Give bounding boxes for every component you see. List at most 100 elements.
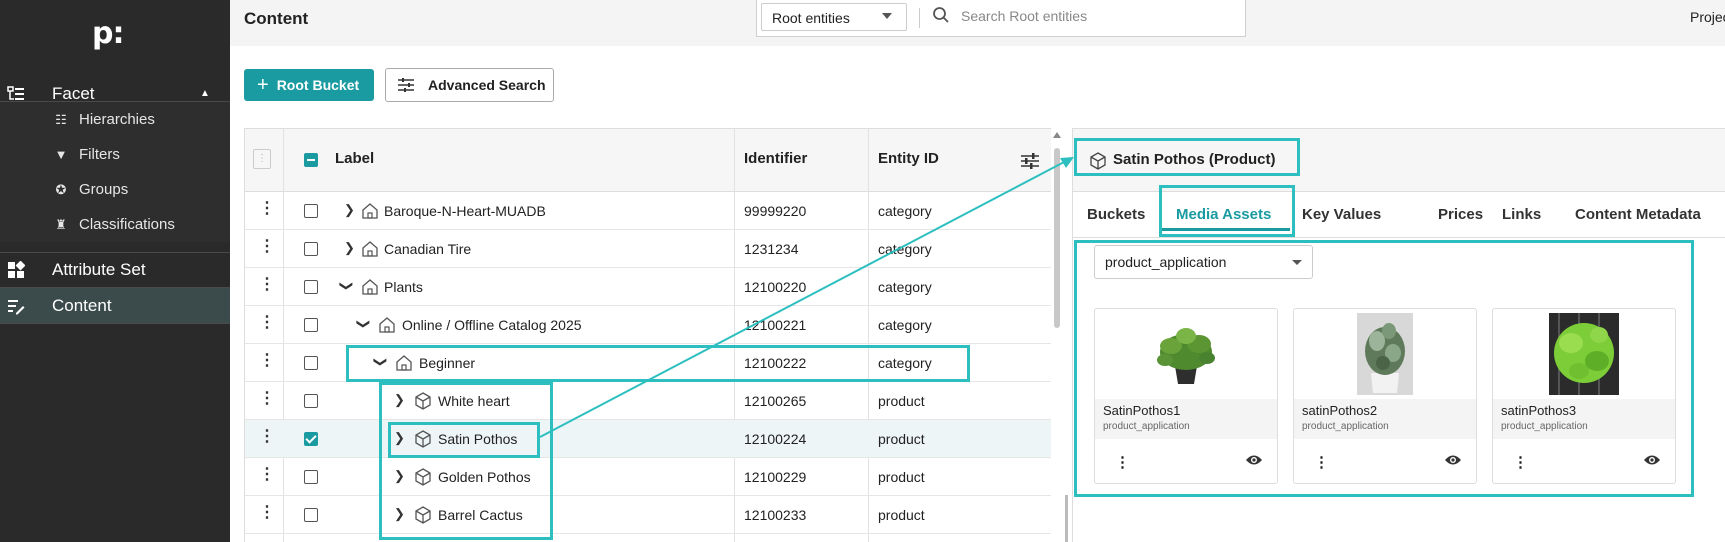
root-bucket-button[interactable]: + Root Bucket [244, 69, 374, 101]
column-header-identifier[interactable]: Identifier [744, 150, 807, 167]
more-vertical-icon[interactable]: ⋮ [259, 239, 275, 255]
asset-card[interactable]: satinPothos3 product_application ⋮ [1492, 308, 1676, 484]
root-entities-select[interactable]: Root entities [761, 3, 907, 31]
table-row[interactable]: ⋮ ❯ Plants 12100220 category [245, 268, 1051, 306]
asset-meta: SatinPothos1 product_application [1095, 399, 1277, 439]
table-scrollbar[interactable] [1052, 128, 1062, 542]
tab-prices[interactable]: Prices [1438, 206, 1483, 223]
scroll-up-icon[interactable] [1053, 132, 1061, 138]
asset-thumbnail[interactable] [1095, 309, 1277, 399]
more-vertical-icon[interactable]: ⋮ [259, 467, 275, 483]
sidebar-item-filters[interactable]: ▼ Filters [0, 137, 230, 172]
chevron-right-icon[interactable]: ❯ [394, 468, 405, 484]
more-vertical-icon[interactable]: ⋮ [259, 505, 275, 521]
table-row[interactable]: ⋮ ❯ Barrel Cactus 12100233 product [245, 496, 1051, 534]
row-identifier: 12100221 [744, 317, 807, 333]
asset-meta: satinPothos3 product_application [1493, 399, 1675, 439]
table-row[interactable]: ⋮ ❯ Canadian Tire 1231234 category [245, 230, 1051, 268]
row-checkbox[interactable] [304, 356, 318, 370]
advanced-search-button[interactable]: Advanced Search [385, 68, 554, 102]
table-row[interactable]: ⋮ ❯ Golden Pothos 12100229 product [245, 458, 1051, 496]
divider [0, 323, 230, 324]
column-header-entity-id[interactable]: Entity ID [878, 150, 939, 167]
chevron-right-icon[interactable]: ❯ [394, 506, 405, 522]
cube-icon [1090, 152, 1106, 170]
chevron-right-icon[interactable]: ❯ [394, 392, 405, 408]
tab-content-metadata[interactable]: Content Metadata [1575, 206, 1701, 223]
resize-handle[interactable] [1065, 495, 1068, 542]
row-checkbox[interactable] [304, 204, 318, 218]
page-title: Content [244, 9, 309, 28]
sidebar-item-groups[interactable]: ✪ Groups [0, 172, 230, 207]
tab-key-values[interactable]: Key Values [1302, 206, 1381, 223]
more-vertical-icon[interactable]: ⋮ [259, 353, 275, 369]
drag-handle-icon[interactable]: ⋮ [253, 149, 271, 169]
chevron-right-icon[interactable]: ❯ [344, 202, 355, 218]
cube-icon [415, 506, 431, 524]
table-row[interactable]: ⋮ ❯ Online / Offline Catalog 2025 121002… [245, 306, 1051, 344]
row-checkbox[interactable] [304, 318, 318, 332]
asset-type-select[interactable]: product_application [1094, 245, 1313, 279]
asset-card[interactable]: SatinPothos1 product_application ⋮ [1094, 308, 1278, 484]
table-row[interactable]: ⋮ ❯ Beginner 12100222 category [245, 344, 1051, 382]
row-checkbox[interactable] [304, 470, 318, 484]
panel-title: Satin Pothos (Product) [1113, 151, 1276, 168]
row-label: Canadian Tire [384, 241, 472, 257]
sidebar-item-classifications[interactable]: ♜ Classifications [0, 207, 230, 242]
chevron-down-icon [882, 13, 892, 19]
scrollbar-thumb[interactable] [1054, 148, 1060, 328]
asset-thumbnail[interactable] [1294, 309, 1476, 399]
sidebar-item-attribute-set[interactable]: Attribute Set [0, 252, 230, 287]
row-entity: category [878, 241, 932, 257]
plant-image [1357, 313, 1413, 395]
chevron-right-icon[interactable]: ❯ [344, 240, 355, 256]
row-checkbox[interactable] [304, 508, 318, 522]
tab-buckets[interactable]: Buckets [1087, 206, 1145, 223]
row-checkbox[interactable] [304, 242, 318, 256]
row-entity: category [878, 355, 932, 371]
more-vertical-icon[interactable]: ⋮ [1513, 453, 1528, 471]
advanced-search-label: Advanced Search [428, 77, 546, 93]
cube-icon [415, 392, 431, 410]
sidebar: p: Facet ▲ ☷ Hierarchies ▼ Filters ✪ Gro… [0, 0, 230, 542]
house-icon [362, 203, 378, 219]
row-checkbox[interactable] [304, 280, 318, 294]
asset-thumbnail[interactable] [1493, 309, 1675, 399]
table-row[interactable]: ⋮ ❯ Baroque-N-Heart-MUADB 99999220 categ… [245, 192, 1051, 230]
select-all-checkbox[interactable] [304, 153, 318, 167]
sidebar-item-label: Filters [79, 146, 120, 163]
table-row[interactable]: ⋮ ❯ White heart 12100265 product [245, 382, 1051, 420]
row-checkbox[interactable] [304, 394, 318, 408]
asset-card[interactable]: satinPothos2 product_application ⋮ [1293, 308, 1477, 484]
asset-meta: satinPothos2 product_application [1294, 399, 1476, 439]
eye-icon[interactable] [1444, 453, 1462, 467]
house-icon [362, 241, 378, 257]
project-menu[interactable]: Projec [1690, 9, 1725, 25]
asset-type: product_application [1103, 421, 1190, 432]
eye-icon[interactable] [1643, 453, 1661, 467]
row-checkbox[interactable] [304, 432, 318, 446]
more-vertical-icon[interactable]: ⋮ [259, 201, 275, 217]
sidebar-item-hierarchies[interactable]: ☷ Hierarchies [0, 102, 230, 137]
chevron-down-icon[interactable]: ❯ [338, 281, 354, 292]
more-vertical-icon[interactable]: ⋮ [259, 315, 275, 331]
chevron-right-icon[interactable]: ❯ [394, 430, 405, 446]
column-settings-icon[interactable] [1021, 153, 1039, 169]
asset-type: product_application [1501, 421, 1588, 432]
more-vertical-icon[interactable]: ⋮ [259, 429, 275, 445]
table-row[interactable]: ⋮ ❯ Satin Pothos 12100224 product [245, 420, 1051, 458]
more-vertical-icon[interactable]: ⋮ [1314, 453, 1329, 471]
search-input[interactable] [961, 8, 1231, 24]
tab-links[interactable]: Links [1502, 206, 1541, 223]
tab-media-assets[interactable]: Media Assets [1176, 206, 1271, 223]
more-vertical-icon[interactable]: ⋮ [1115, 453, 1130, 471]
sidebar-item-content[interactable]: Content [0, 288, 230, 323]
row-label: Plants [384, 279, 423, 295]
more-vertical-icon[interactable]: ⋮ [259, 277, 275, 293]
sidebar-item-label: Groups [79, 181, 129, 198]
chevron-down-icon[interactable]: ❯ [372, 357, 388, 368]
more-vertical-icon[interactable]: ⋮ [259, 391, 275, 407]
chevron-down-icon[interactable]: ❯ [355, 319, 371, 330]
column-header-label[interactable]: Label [335, 150, 374, 167]
eye-icon[interactable] [1245, 453, 1263, 467]
